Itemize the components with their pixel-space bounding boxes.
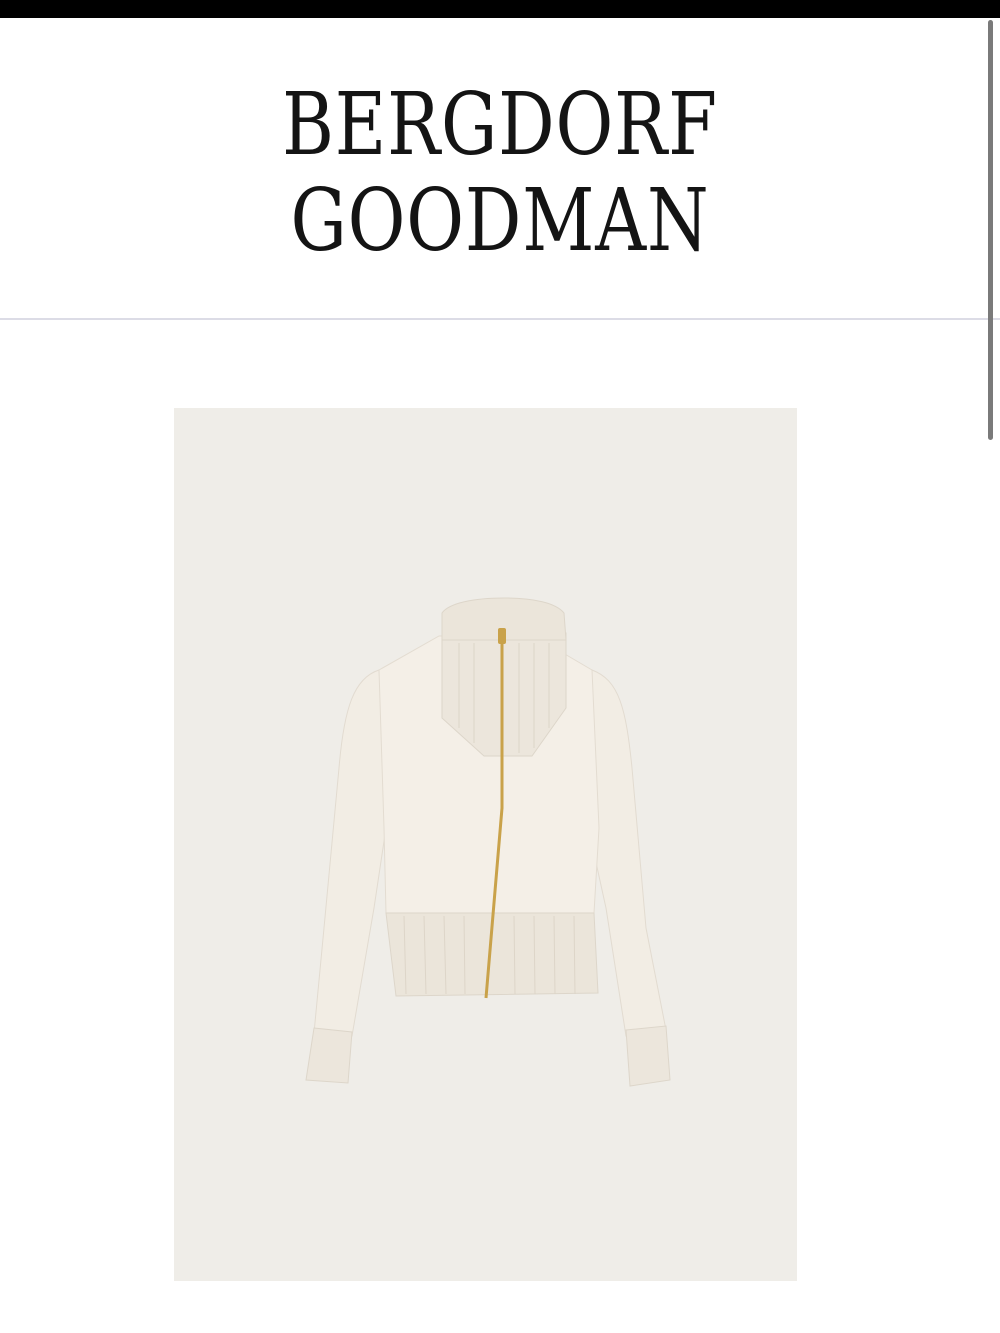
brand-logo-line-1: BERGDORF — [282, 75, 718, 175]
right-cuff — [625, 1025, 671, 1087]
site-header: BERGDORF GOODMAN — [0, 18, 1000, 318]
left-cuff — [305, 1027, 353, 1084]
product-image[interactable] — [174, 408, 797, 1281]
status-bar — [0, 0, 1000, 18]
left-sleeve — [313, 669, 390, 1037]
scrollbar-thumb[interactable] — [988, 20, 993, 440]
brand-logo-line-2: GOODMAN — [290, 171, 710, 271]
header-divider — [0, 318, 1000, 320]
brand-logo-link[interactable]: BERGDORF GOODMAN — [0, 18, 1000, 318]
jacket-illustration — [305, 597, 671, 1087]
zipper-pull — [498, 628, 506, 644]
